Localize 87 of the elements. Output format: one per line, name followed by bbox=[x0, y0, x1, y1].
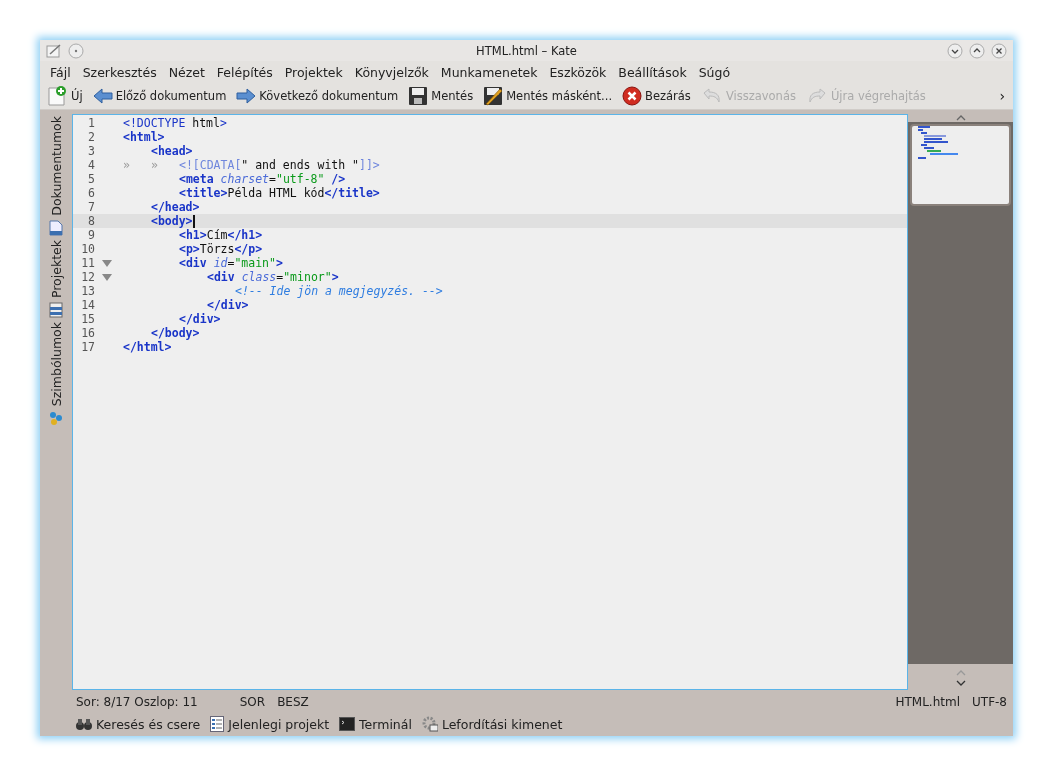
binoculars-icon bbox=[76, 717, 92, 731]
menu-item[interactable]: Nézet bbox=[162, 64, 211, 80]
line-number: 7 bbox=[87, 200, 96, 214]
line-number: 5 bbox=[87, 172, 96, 186]
tab-marker: » bbox=[123, 158, 130, 172]
code-line: <h1>Cím</h1> bbox=[179, 228, 263, 242]
minimize-button[interactable] bbox=[947, 42, 963, 59]
floppy-pencil-icon bbox=[483, 86, 504, 106]
app-icon bbox=[46, 43, 62, 58]
sidebar-tab[interactable]: Projektek bbox=[48, 237, 64, 320]
code-line: <head> bbox=[151, 144, 193, 158]
toolbar-button[interactable]: Bezárás bbox=[620, 86, 699, 106]
menu-item[interactable]: Eszközök bbox=[543, 64, 613, 80]
minimap-view[interactable] bbox=[910, 124, 1011, 206]
toolbar-button[interactable]: Előző dokumentum bbox=[90, 87, 235, 105]
code-line: <html> bbox=[123, 130, 165, 144]
close-button[interactable] bbox=[991, 42, 1007, 59]
fold-marker-icon[interactable] bbox=[102, 273, 112, 281]
line-number: 11 bbox=[80, 256, 96, 270]
encoding[interactable]: UTF-8 bbox=[972, 695, 1007, 709]
line-number: 14 bbox=[80, 298, 96, 312]
scroll-up-icon[interactable] bbox=[955, 114, 966, 122]
tool-view-button[interactable]: Keresés és csere bbox=[74, 716, 203, 732]
tool-view-button[interactable]: Lefordítási kimenet bbox=[419, 716, 565, 732]
code-line: </head> bbox=[151, 200, 200, 214]
menu-item[interactable]: Projektek bbox=[278, 64, 349, 80]
sidebar-tab[interactable]: Dokumentumok bbox=[48, 114, 64, 238]
toolbar-button[interactable]: Új bbox=[44, 85, 91, 107]
menu-item[interactable]: Beállítások bbox=[612, 64, 693, 80]
toolbar-button[interactable]: Mentés másként... bbox=[481, 86, 621, 106]
line-number: 10 bbox=[80, 242, 96, 256]
code-line: <![CDATA[" and ends with "]]> bbox=[179, 158, 380, 172]
code-line: </div> bbox=[179, 312, 221, 326]
line-number: 17 bbox=[80, 340, 96, 354]
input-mode[interactable]: BESZ bbox=[277, 695, 309, 709]
tool-view-button[interactable]: Jelenlegi projekt bbox=[208, 716, 332, 732]
code-line: <!DOCTYPE html> bbox=[123, 116, 227, 130]
line-number: 15 bbox=[80, 312, 96, 326]
molecule-icon bbox=[49, 410, 63, 426]
code-line: <meta charset="utf-8" /> bbox=[179, 172, 346, 186]
terminal-icon bbox=[339, 717, 356, 731]
code-line: </html> bbox=[123, 340, 172, 354]
line-number: 3 bbox=[87, 144, 96, 158]
toolbar-button[interactable]: Mentés bbox=[406, 86, 482, 106]
toolbar-button[interactable]: Következő dokumentum bbox=[234, 87, 407, 105]
code-line: <!-- Ide jön a megjegyzés. --> bbox=[235, 284, 443, 298]
menu-item[interactable]: Súgó bbox=[692, 64, 737, 80]
fold-marker-icon[interactable] bbox=[102, 259, 112, 267]
line-number: 1 bbox=[87, 116, 96, 130]
new-document-icon bbox=[46, 85, 68, 107]
code-line: <title>Példa HTML kód</title> bbox=[179, 186, 380, 200]
code-line: <div class="minor"> bbox=[207, 270, 339, 284]
window-list-icon bbox=[49, 301, 63, 318]
file-name: HTML.html bbox=[895, 695, 960, 709]
close-icon bbox=[622, 86, 643, 106]
mode-indicator[interactable]: SOR bbox=[239, 695, 266, 709]
left-arrow-icon bbox=[92, 87, 113, 105]
document-icon bbox=[49, 219, 63, 236]
menu-item[interactable]: Szerkesztés bbox=[76, 64, 163, 80]
code-line: <p>Törzs</p> bbox=[179, 242, 263, 256]
maximize-button[interactable] bbox=[969, 42, 985, 59]
menu-item[interactable]: Felépítés bbox=[210, 64, 279, 80]
line-number: 6 bbox=[87, 186, 96, 200]
line-number: 12 bbox=[80, 270, 96, 284]
code-line: </body> bbox=[151, 326, 200, 340]
tool-view-button[interactable]: Terminál bbox=[337, 716, 414, 732]
sidebar-tab[interactable]: Szimbólumok bbox=[48, 319, 64, 428]
more-button[interactable]: › bbox=[991, 88, 1013, 104]
menu-item[interactable]: Munkamenetek bbox=[434, 64, 544, 80]
gear-icon bbox=[421, 716, 438, 732]
menu-item[interactable]: Fájl bbox=[44, 64, 77, 80]
code-line: <div id="main"> bbox=[179, 256, 283, 270]
minimap-drawing bbox=[916, 126, 960, 160]
line-number: 4 bbox=[87, 158, 96, 172]
line-number: 8 bbox=[87, 214, 96, 228]
code-line: <body> bbox=[151, 214, 195, 228]
line-number: 13 bbox=[80, 284, 96, 298]
window-title: HTML.html – Kate bbox=[475, 43, 578, 58]
line-number: 9 bbox=[87, 228, 96, 242]
code-line: </div> bbox=[207, 298, 249, 312]
line-number: 16 bbox=[80, 326, 96, 340]
right-arrow-icon bbox=[236, 87, 257, 105]
tab-marker: » bbox=[151, 158, 158, 172]
line-number: 2 bbox=[87, 130, 96, 144]
menu-item[interactable]: Könyvjelzők bbox=[348, 64, 435, 80]
cursor-position: Sor: 8/17 Oszlop: 11 bbox=[76, 695, 198, 709]
list-icon bbox=[210, 716, 225, 732]
